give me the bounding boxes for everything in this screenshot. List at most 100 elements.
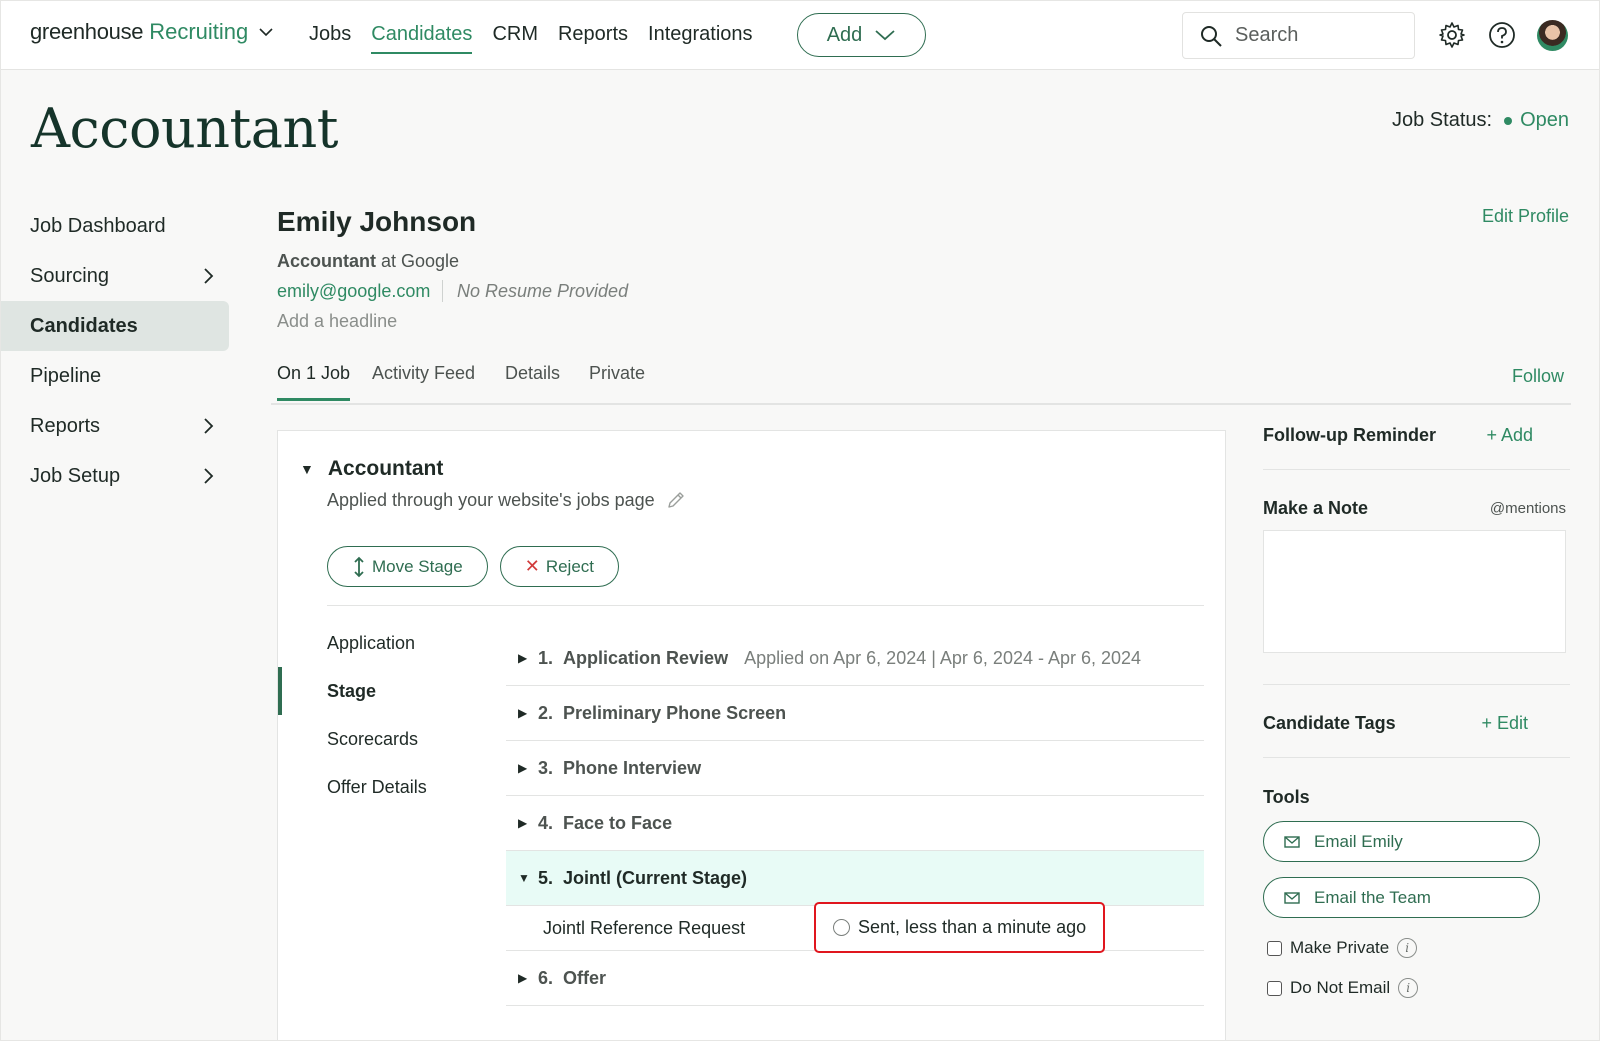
add-reminder-link[interactable]: + Add (1486, 425, 1533, 446)
stage-row[interactable]: ▶ 2. Preliminary Phone Screen (506, 686, 1204, 741)
sidebar-item-reports[interactable]: Reports (1, 401, 229, 451)
brand-switcher[interactable]: greenhouse Recruiting (30, 19, 274, 45)
divider (442, 280, 443, 302)
stage-number: 5. (538, 867, 554, 888)
chevron-right-icon (204, 468, 214, 484)
stage-row[interactable]: ▶ 1. Application Review Applied on Apr 6… (506, 631, 1204, 686)
help-icon[interactable] (1488, 21, 1516, 49)
reference-request-row: Jointl Reference Request Sent, less than… (506, 902, 1204, 953)
expand-triangle-icon: ▶ (518, 706, 528, 720)
add-button[interactable]: Add (797, 13, 926, 57)
email-team-button[interactable]: Email the Team (1263, 877, 1540, 918)
email-candidate-label: Email Emily (1314, 831, 1403, 851)
stage-row[interactable]: ▶ 6. Offer (506, 951, 1204, 1006)
close-icon: ✕ (524, 556, 540, 576)
follow-link[interactable]: Follow (1512, 366, 1564, 387)
status-radio[interactable] (833, 919, 850, 936)
tab-on-job[interactable]: On 1 Job (277, 363, 351, 401)
move-stage-button[interactable]: Move Stage (327, 546, 488, 587)
app-frame: greenhouse Recruiting Jobs Candidates CR… (0, 0, 1600, 1041)
tab-activity-feed[interactable]: Activity Feed (372, 363, 475, 398)
reference-status-box: Sent, less than a minute ago (814, 902, 1105, 953)
info-icon[interactable]: i (1398, 978, 1419, 998)
make-private-checkbox[interactable] (1267, 940, 1282, 956)
stage-row[interactable]: ▶ 3. Phone Interview (506, 741, 1204, 796)
envelope-icon (1284, 891, 1300, 904)
pencil-icon[interactable] (665, 489, 687, 511)
avatar[interactable] (1537, 20, 1568, 51)
divider (1263, 757, 1570, 758)
add-headline-link[interactable]: Add a headline (277, 311, 397, 332)
vertical-arrows-icon (354, 556, 364, 577)
sidebar-item-job-dashboard[interactable]: Job Dashboard (1, 201, 229, 251)
stage-row-current[interactable]: ▼ 5. Jointl (Current Stage) (506, 851, 1204, 906)
application-source-text: Applied through your website's jobs page (327, 489, 655, 510)
collapse-triangle-icon[interactable]: ▼ (300, 461, 314, 477)
followup-title: Follow-up Reminder (1263, 424, 1436, 445)
email-team-label: Email the Team (1314, 887, 1431, 907)
status-dot-icon (1504, 116, 1513, 125)
note-textarea[interactable] (1263, 530, 1566, 653)
sidebar-item-candidates[interactable]: Candidates (1, 301, 229, 351)
stage-name: Offer (563, 967, 607, 988)
stage-name: Face to Face (563, 812, 673, 833)
do-not-email-label: Do Not Email (1290, 978, 1391, 997)
reference-status-text: Sent, less than a minute ago (858, 917, 1087, 937)
expand-triangle-icon: ▶ (518, 971, 528, 985)
stage-meta: Applied on Apr 6, 2024 | Apr 6, 2024 - A… (744, 647, 1142, 668)
candidate-company: at Google (381, 251, 460, 271)
tab-details[interactable]: Details (505, 363, 560, 398)
tab-private[interactable]: Private (589, 363, 645, 398)
edit-profile-link[interactable]: Edit Profile (1482, 206, 1569, 227)
sidebar-item-job-setup[interactable]: Job Setup (1, 451, 229, 501)
candidate-title: Accountant (277, 251, 376, 271)
search-box[interactable] (1182, 12, 1415, 59)
email-candidate-button[interactable]: Email Emily (1263, 821, 1540, 862)
right-panel: Follow-up Reminder + Add Make a Note @me… (1263, 422, 1570, 998)
stage-list: ▶ 1. Application Review Applied on Apr 6… (506, 631, 1204, 1006)
main-nav: Jobs Candidates CRM Reports Integrations (309, 23, 773, 54)
subnav-application[interactable]: Application (278, 619, 478, 667)
candidate-tabs: On 1 Job Activity Feed Details Private (271, 351, 1571, 405)
reject-button[interactable]: ✕ Reject (499, 546, 620, 587)
gear-icon[interactable] (1438, 21, 1466, 49)
nav-crm[interactable]: CRM (492, 23, 538, 54)
make-private-label: Make Private (1290, 938, 1390, 957)
nav-candidates[interactable]: Candidates (371, 23, 473, 54)
nav-integrations[interactable]: Integrations (648, 23, 753, 54)
edit-tags-link[interactable]: + Edit (1481, 713, 1528, 734)
application-job-title: Accountant (327, 457, 444, 480)
chevron-right-icon (204, 268, 214, 284)
subnav-scorecards[interactable]: Scorecards (278, 715, 478, 763)
tags-title: Candidate Tags (1263, 712, 1396, 733)
search-input[interactable] (1235, 24, 1395, 47)
page-title: Accountant (31, 97, 338, 160)
stage-row[interactable]: ▶ 4. Face to Face (506, 796, 1204, 851)
top-nav: greenhouse Recruiting Jobs Candidates CR… (1, 1, 1599, 70)
chevron-down-icon (259, 28, 273, 37)
candidate-email-link[interactable]: emily@google.com (277, 281, 430, 302)
info-icon[interactable]: i (1397, 938, 1418, 958)
search-icon (1201, 25, 1222, 47)
application-card: ▼ Accountant Applied through your websit… (277, 430, 1226, 1040)
stage-number: 3. (538, 757, 554, 778)
tags-header: Candidate Tags + Edit (1263, 710, 1570, 736)
divider (1263, 469, 1570, 470)
job-status: Job Status: Open (1392, 109, 1569, 132)
sidebar-item-pipeline[interactable]: Pipeline (1, 351, 229, 401)
nav-jobs[interactable]: Jobs (309, 23, 351, 54)
stage-number: 2. (538, 702, 554, 723)
do-not-email-checkbox[interactable] (1267, 980, 1282, 996)
sidebar-item-sourcing[interactable]: Sourcing (1, 251, 229, 301)
note-header: Make a Note @mentions (1263, 496, 1566, 520)
brand-name: greenhouse (30, 19, 144, 44)
application-subnav: Application Stage Scorecards Offer Detai… (278, 619, 478, 811)
subnav-stage[interactable]: Stage (278, 667, 478, 715)
subnav-offer-details[interactable]: Offer Details (278, 763, 478, 811)
nav-reports[interactable]: Reports (558, 23, 628, 54)
add-button-label: Add (826, 23, 863, 46)
stage-number: 1. (538, 647, 554, 668)
sidebar-item-label: Job Dashboard (30, 214, 166, 237)
sidebar-item-label: Job Setup (30, 464, 121, 487)
sidebar-item-label: Reports (30, 414, 101, 437)
